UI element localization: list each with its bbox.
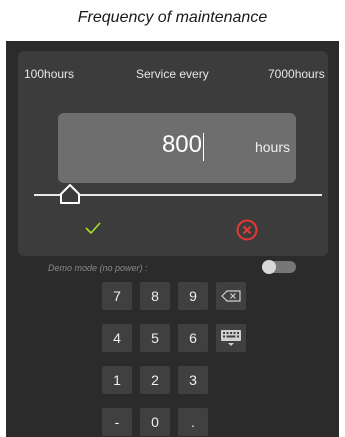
min-range-label: 100hours (24, 67, 75, 81)
key-2[interactable]: 2 (140, 366, 170, 394)
toggle-knob (262, 260, 276, 274)
device-screen: 100hours Service every 7000hours 800 hou… (6, 41, 339, 437)
keyboard-hide-icon (221, 330, 241, 346)
key-3[interactable]: 3 (178, 366, 208, 394)
dialog-title: Service every (136, 67, 209, 81)
slider-thumb[interactable] (59, 183, 81, 210)
figure-caption: Frequency of maintenance (77, 9, 268, 26)
key-5[interactable]: 5 (140, 324, 170, 352)
close-circle-icon (236, 219, 258, 241)
unit-label: hours (254, 139, 290, 155)
demo-mode-toggle[interactable] (262, 260, 296, 274)
confirm-button[interactable] (85, 221, 101, 240)
value-text: 800 (161, 131, 202, 158)
text-cursor (203, 133, 204, 161)
key-decimal[interactable]: . (178, 408, 208, 436)
key-7[interactable]: 7 (102, 282, 132, 310)
demo-mode-label: Demo mode (no power) : (48, 263, 148, 273)
key-minus[interactable]: - (102, 408, 132, 436)
key-6[interactable]: 6 (178, 324, 208, 352)
cancel-button[interactable] (236, 219, 258, 246)
key-1[interactable]: 1 (102, 366, 132, 394)
key-0[interactable]: 0 (140, 408, 170, 436)
value-input-field[interactable]: 800 hours (58, 113, 296, 183)
service-interval-dialog: 100hours Service every 7000hours 800 hou… (18, 51, 328, 256)
check-icon (85, 222, 101, 235)
key-9[interactable]: 9 (178, 282, 208, 310)
key-4[interactable]: 4 (102, 324, 132, 352)
key-8[interactable]: 8 (140, 282, 170, 310)
max-range-label: 7000hours (268, 67, 325, 81)
backspace-icon (221, 290, 241, 302)
backspace-key[interactable] (216, 282, 246, 310)
hide-keyboard-key[interactable] (216, 324, 246, 352)
